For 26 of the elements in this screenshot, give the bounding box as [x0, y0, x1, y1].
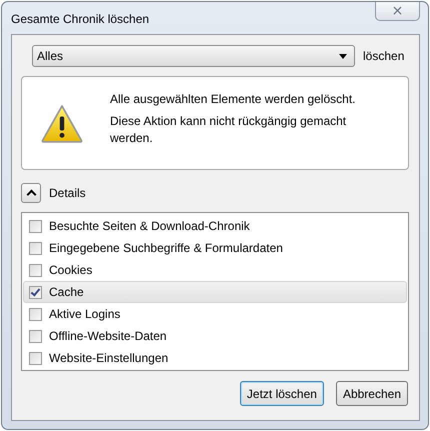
window-title: Gesamte Chronik löschen: [11, 12, 150, 26]
list-item[interactable]: Cache: [23, 281, 407, 303]
checkbox[interactable]: [29, 264, 42, 276]
checkbox[interactable]: [29, 308, 42, 320]
checkbox[interactable]: [29, 286, 42, 298]
list-item[interactable]: Offline-Website-Daten: [23, 325, 407, 347]
range-label: löschen: [363, 49, 404, 63]
dialog-button[interactable]: Jetzt löschen: [240, 381, 324, 406]
list-item[interactable]: Website-Einstellungen: [23, 347, 407, 369]
checkbox[interactable]: [29, 330, 42, 342]
dialog-button[interactable]: Abbrechen: [336, 381, 408, 406]
warning-text: Diese Aktion kann nicht rückgängig gemacht werden.: [110, 112, 348, 146]
list-item[interactable]: Aktive Logins: [23, 303, 407, 325]
close-button[interactable]: ×: [375, 2, 420, 21]
list-item[interactable]: Cookies: [23, 259, 407, 281]
checkbox[interactable]: [29, 220, 42, 232]
checkbox[interactable]: [29, 352, 42, 364]
caret-icon: [339, 54, 347, 58]
list-item[interactable]: Besuchte Seiten & Download-Chronik: [23, 215, 407, 237]
warning-text: Alle ausgewählten Elemente werden gelöscht.: [110, 90, 356, 108]
details-toggle-button[interactable]: [21, 183, 41, 203]
time-range-dropdown[interactable]: Alles: [32, 45, 355, 67]
details-label: Details: [49, 186, 86, 200]
warning-icon: [41, 104, 83, 142]
list-item[interactable]: Eingegebene Suchbegriffe & Formulardaten: [23, 237, 407, 259]
checkbox[interactable]: [29, 242, 42, 254]
